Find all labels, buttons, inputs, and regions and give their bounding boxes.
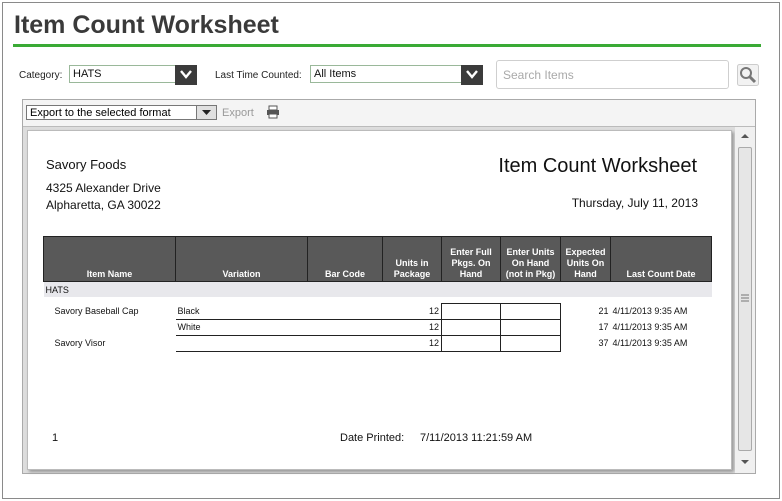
variation-cell bbox=[175, 335, 308, 352]
last-counted-select[interactable]: All Items bbox=[310, 65, 483, 85]
barcode-cell bbox=[307, 303, 383, 320]
table-row: White 12 17 4/11/2013 9:35 AM bbox=[44, 318, 712, 336]
column-header: Item Name bbox=[43, 236, 176, 282]
full-pkgs-input-cell[interactable] bbox=[441, 302, 501, 320]
units-on-hand-input-cell[interactable] bbox=[500, 318, 561, 336]
report-toolbar: Export to the selected format Export bbox=[23, 100, 755, 127]
last-counted-value: All Items bbox=[314, 68, 357, 80]
chevron-down-icon[interactable] bbox=[461, 65, 483, 85]
last-count-date-cell: 4/11/2013 9:35 AM bbox=[612, 322, 688, 332]
expected-units-cell: 37 bbox=[598, 338, 609, 348]
units-in-package-cell: 12 bbox=[382, 335, 442, 352]
search-input[interactable] bbox=[501, 67, 725, 83]
company-name: Savory Foods bbox=[46, 157, 127, 172]
item-name-cell: Savory Visor bbox=[54, 338, 106, 348]
column-header: Expected Units On Hand bbox=[560, 236, 611, 282]
company-address-line1: 4325 Alexander Drive bbox=[46, 181, 161, 195]
export-button[interactable]: Export bbox=[222, 107, 254, 119]
search-icon[interactable] bbox=[737, 64, 759, 86]
company-address-line2: Alpharetta, GA 30022 bbox=[46, 198, 161, 212]
report-date: Thursday, July 11, 2013 bbox=[571, 196, 698, 210]
worksheet-table: Item Name Variation Bar Code Units in Pa… bbox=[43, 236, 712, 352]
report-title: Item Count Worksheet bbox=[498, 155, 697, 177]
item-name-cell bbox=[44, 319, 176, 335]
title-divider bbox=[13, 44, 761, 47]
column-header: Enter Units On Hand (not in Pkg) bbox=[500, 236, 561, 282]
export-format-value: Export to the selected format bbox=[30, 107, 171, 119]
column-header: Bar Code bbox=[307, 236, 383, 282]
last-count-date-cell: 4/11/2013 9:35 AM bbox=[612, 306, 688, 316]
date-printed-value: 7/11/2013 11:21:59 AM bbox=[420, 432, 533, 444]
last-count-date-cell: 4/11/2013 9:35 AM bbox=[612, 338, 688, 348]
units-in-package-cell: 12 bbox=[382, 303, 442, 320]
page-title: Item Count Worksheet bbox=[14, 11, 279, 39]
table-row: Savory Visor 12 37 4/11/2013 9:35 AM bbox=[44, 334, 712, 352]
search-box[interactable] bbox=[496, 60, 729, 89]
report-viewer: Export to the selected format Export Sav… bbox=[22, 99, 756, 474]
units-in-package-cell: 12 bbox=[382, 319, 442, 336]
last-counted-label: Last Time Counted: bbox=[215, 70, 302, 81]
chevron-down-icon[interactable] bbox=[196, 106, 216, 119]
category-select[interactable]: HATS bbox=[69, 65, 197, 85]
category-label: Category: bbox=[19, 70, 63, 81]
scroll-down-icon[interactable] bbox=[740, 459, 750, 465]
full-pkgs-input-cell[interactable] bbox=[441, 318, 501, 336]
expected-units-cell: 17 bbox=[598, 322, 609, 332]
column-header: Variation bbox=[175, 236, 308, 282]
expected-units-cell: 21 bbox=[598, 306, 609, 316]
group-label: HATS bbox=[43, 281, 712, 297]
barcode-cell bbox=[307, 335, 383, 352]
variation-cell: Black bbox=[175, 303, 308, 320]
report-page: Savory Foods 4325 Alexander Drive Alphar… bbox=[27, 130, 732, 470]
date-printed-label: Date Printed: bbox=[340, 432, 405, 444]
export-format-select[interactable]: Export to the selected format bbox=[26, 105, 217, 120]
scroll-up-icon[interactable] bbox=[740, 133, 750, 139]
units-on-hand-input-cell[interactable] bbox=[500, 302, 561, 320]
chevron-down-icon[interactable] bbox=[175, 65, 197, 85]
variation-cell: White bbox=[175, 319, 308, 336]
category-value: HATS bbox=[73, 68, 102, 80]
scrollbar-thumb[interactable] bbox=[738, 147, 752, 451]
barcode-cell bbox=[307, 319, 383, 336]
table-row: Savory Baseball Cap Black 12 21 4/11/201… bbox=[44, 302, 712, 320]
units-on-hand-input-cell[interactable] bbox=[500, 334, 561, 352]
column-header: Units in Package bbox=[382, 236, 442, 282]
item-name-cell: Savory Baseball Cap bbox=[54, 306, 139, 316]
column-header: Enter Full Pkgs. On Hand bbox=[441, 236, 501, 282]
vertical-scrollbar[interactable] bbox=[735, 127, 755, 473]
table-header-row: Item Name Variation Bar Code Units in Pa… bbox=[43, 236, 712, 282]
app-frame: Item Count Worksheet Category: HATS Last… bbox=[2, 2, 780, 499]
full-pkgs-input-cell[interactable] bbox=[441, 334, 501, 352]
page-number: 1 bbox=[52, 432, 59, 444]
column-header: Last Count Date bbox=[610, 236, 712, 282]
group-row: HATS bbox=[43, 281, 712, 297]
printer-icon[interactable] bbox=[266, 105, 280, 124]
